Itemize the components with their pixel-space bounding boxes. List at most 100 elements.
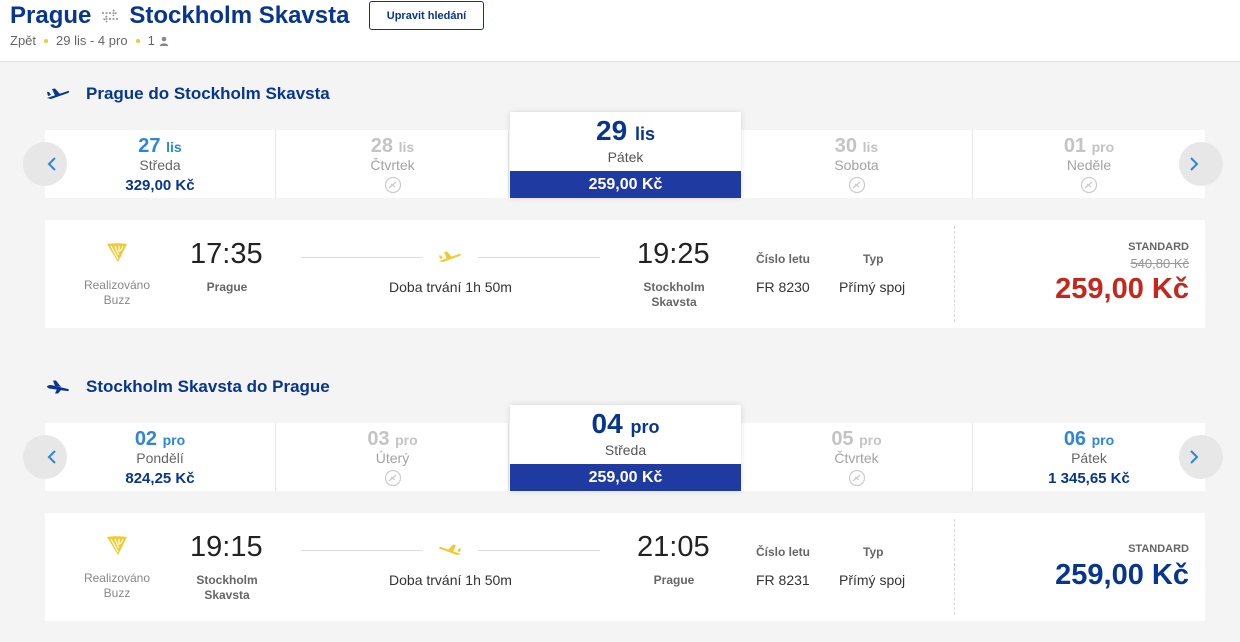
date-month: pro bbox=[1091, 432, 1115, 448]
destination-city: Stockholm Skavsta bbox=[129, 2, 350, 29]
inbound-title-text: Stockholm Skavsta do Prague bbox=[86, 377, 330, 396]
inbound-flight-card[interactable]: Realizováno Buzz 19:15 Stockholm Skavsta D… bbox=[45, 513, 1205, 621]
date-day: 30 bbox=[834, 135, 858, 157]
date-day: 29 bbox=[596, 115, 628, 146]
flight-number-label: Číslo letu bbox=[756, 252, 811, 266]
arrival-city: Prague bbox=[653, 573, 695, 587]
date-day: 01 bbox=[1063, 135, 1087, 157]
inbound-section-title: Stockholm Skavsta do Prague bbox=[46, 377, 330, 397]
prev-dates-button[interactable] bbox=[23, 142, 67, 186]
route-line bbox=[478, 257, 600, 258]
date-day: 27 bbox=[138, 135, 161, 157]
chevron-right-icon bbox=[1190, 157, 1199, 171]
flight-duration: Doba trvání 1h 50m bbox=[389, 279, 512, 295]
no-flight-icon bbox=[848, 176, 865, 194]
date-price: 1 345,65 Kč bbox=[1048, 470, 1130, 487]
selected-date-option[interactable]: 04 pro Středa 259,00 Kč bbox=[510, 405, 741, 491]
date-month: lis bbox=[634, 124, 655, 144]
date-option: 28 lis Čtvrtek bbox=[277, 130, 509, 198]
date-weekday: Čtvrtek bbox=[370, 157, 415, 173]
next-dates-button[interactable] bbox=[1179, 435, 1223, 479]
original-price: 540,80 Kč bbox=[1130, 256, 1189, 271]
fare-price[interactable]: 259,00 Kč bbox=[1055, 559, 1189, 592]
airline-harp-logo bbox=[107, 536, 127, 555]
date-month: pro bbox=[162, 432, 186, 448]
date-day: 03 bbox=[367, 428, 390, 450]
search-summary: Zpět 29 lis - 4 pro 1 bbox=[10, 33, 169, 48]
date-weekday: Středa bbox=[604, 442, 647, 458]
date-option[interactable]: 27 lis Středa 329,00 Kč bbox=[45, 130, 276, 198]
chevron-left-icon bbox=[47, 450, 56, 464]
date-weekday: Úterý bbox=[375, 450, 410, 466]
passenger-count: 1 bbox=[147, 33, 155, 48]
date-option[interactable]: 02 pro Pondělí 824,25 Kč bbox=[45, 423, 276, 491]
departure-city: Stockholm Skavsta bbox=[196, 573, 258, 602]
arrival-time: 19:25 bbox=[637, 238, 710, 270]
date-price: 824,25 Kč bbox=[125, 470, 195, 487]
departure-city: Prague bbox=[206, 280, 248, 294]
card-divider bbox=[954, 519, 955, 615]
date-day: 02 bbox=[134, 428, 158, 450]
date-weekday: Pondělí bbox=[136, 450, 184, 466]
date-option: 30 lis Sobota bbox=[741, 130, 973, 198]
date-month: lis bbox=[166, 139, 182, 155]
selected-date-option[interactable]: 29 lis Pátek 259,00 Kč bbox=[510, 112, 741, 198]
outbound-flight-card[interactable]: Realizováno Buzz 17:35 Prague Doba trvání… bbox=[45, 220, 1205, 328]
back-link[interactable]: Zpět bbox=[10, 33, 36, 48]
origin-city: Prague bbox=[10, 2, 92, 29]
date-day: 06 bbox=[1063, 428, 1087, 450]
edit-search-button[interactable]: Upravit hledání bbox=[369, 1, 484, 30]
travel-dates: 29 lis - 4 pro bbox=[56, 33, 128, 48]
fare-label: STANDARD bbox=[1128, 241, 1189, 253]
fare-price[interactable]: 259,00 Kč bbox=[1055, 273, 1189, 306]
date-price: 259,00 Kč bbox=[510, 171, 741, 198]
flight-type-label: Typ bbox=[863, 252, 884, 266]
date-option: 05 pro Čtvrtek bbox=[741, 423, 973, 491]
next-dates-button[interactable] bbox=[1179, 142, 1223, 186]
arrival-city: Stockholm Skavsta bbox=[643, 280, 705, 309]
outbound-title-text: Prague do Stockholm Skavsta bbox=[86, 84, 330, 103]
date-option: 03 pro Úterý bbox=[277, 423, 509, 491]
card-divider bbox=[954, 226, 955, 322]
flight-number: FR 8230 bbox=[756, 279, 810, 295]
no-flight-icon bbox=[1080, 176, 1098, 194]
route-line bbox=[301, 257, 423, 258]
date-month: pro bbox=[1091, 139, 1115, 155]
date-weekday: Středa bbox=[139, 157, 181, 173]
date-weekday: Sobota bbox=[834, 157, 879, 173]
route-line bbox=[301, 550, 423, 551]
plane-landing-icon bbox=[47, 380, 69, 394]
operated-by: Realizováno Buzz bbox=[83, 571, 151, 600]
date-weekday: Pátek bbox=[607, 149, 644, 165]
date-month: pro bbox=[630, 417, 660, 437]
flight-type: Přímý spoj bbox=[839, 572, 906, 588]
outbound-section-title: Prague do Stockholm Skavsta bbox=[46, 84, 330, 104]
route-title: Prague Stockholm Skavsta bbox=[10, 2, 349, 30]
departure-time: 17:35 bbox=[190, 238, 263, 270]
date-option[interactable]: 06 pro Pátek 1 345,65 Kč bbox=[973, 423, 1205, 491]
date-day: 04 bbox=[591, 408, 623, 439]
operated-by: Realizováno Buzz bbox=[83, 278, 151, 307]
plane-takeoff-icon bbox=[47, 88, 70, 99]
flight-number-label: Číslo letu bbox=[756, 545, 811, 559]
date-month: pro bbox=[395, 432, 418, 448]
flight-type-label: Typ bbox=[863, 545, 884, 559]
date-weekday: Čtvrtek bbox=[834, 450, 879, 466]
date-weekday: Neděle bbox=[1066, 157, 1112, 173]
plane-icon bbox=[439, 251, 461, 262]
header: Prague Stockholm Skavsta Upravit hledání… bbox=[0, 0, 1240, 62]
airline-harp-logo bbox=[107, 243, 127, 262]
flight-number: FR 8231 bbox=[756, 572, 810, 588]
chevron-left-icon bbox=[47, 157, 56, 171]
date-price: 329,00 Kč bbox=[125, 177, 195, 194]
prev-dates-button[interactable] bbox=[23, 435, 67, 479]
separator-dot bbox=[44, 38, 49, 43]
date-price: 259,00 Kč bbox=[510, 464, 741, 491]
arrival-time: 21:05 bbox=[637, 531, 710, 563]
no-flight-icon bbox=[384, 469, 401, 487]
date-day: 05 bbox=[831, 428, 854, 450]
date-day: 28 bbox=[370, 135, 394, 157]
fare-label: STANDARD bbox=[1128, 543, 1189, 555]
chevron-right-icon bbox=[1190, 450, 1199, 464]
date-month: lis bbox=[398, 139, 415, 155]
